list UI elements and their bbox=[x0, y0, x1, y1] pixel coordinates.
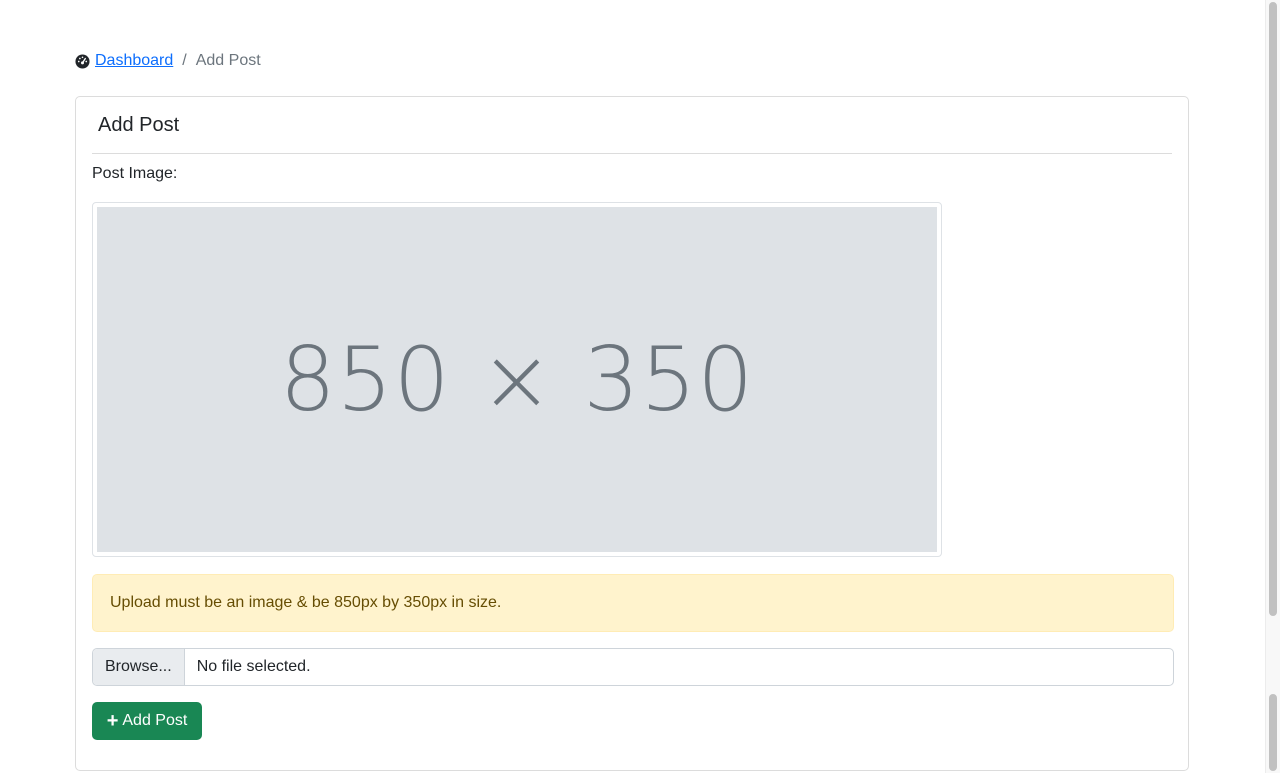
file-status-text: No file selected. bbox=[196, 658, 311, 675]
alert-text: Upload must be an image & be 850px by 35… bbox=[110, 594, 502, 611]
breadcrumb-current: Add Post bbox=[195, 52, 261, 69]
scrollbar-thumb-lower[interactable] bbox=[1269, 694, 1277, 771]
image-placeholder: 850 × 350 bbox=[97, 207, 937, 552]
dashboard-icon bbox=[75, 53, 90, 69]
add-post-button-label: Add Post bbox=[122, 712, 188, 729]
vertical-scrollbar[interactable] bbox=[1265, 0, 1280, 773]
breadcrumb-separator: / bbox=[182, 52, 187, 69]
post-image-file-input[interactable]: Browse... No file selected. bbox=[92, 648, 1174, 686]
page: Dashboard / Add Post Add Post Post Image… bbox=[0, 0, 1280, 773]
card-title: Add Post bbox=[98, 114, 180, 136]
breadcrumb: Dashboard / Add Post bbox=[75, 50, 261, 72]
post-image-preview: 850 × 350 bbox=[92, 202, 942, 557]
card-divider bbox=[92, 153, 1172, 154]
browse-button[interactable]: Browse... bbox=[93, 649, 185, 685]
post-image-label: Post Image: bbox=[92, 165, 178, 182]
placeholder-dimensions-text: 850 × 350 bbox=[279, 328, 755, 431]
add-post-card: Add Post Post Image: 850 × 350 Upload mu… bbox=[75, 96, 1189, 771]
add-post-button[interactable]: + Add Post bbox=[92, 702, 202, 740]
plus-icon: + bbox=[106, 710, 119, 732]
upload-warning-alert: Upload must be an image & be 850px by 35… bbox=[92, 574, 1174, 632]
breadcrumb-dashboard-link[interactable]: Dashboard bbox=[95, 52, 173, 70]
scrollbar-thumb[interactable] bbox=[1269, 2, 1277, 616]
